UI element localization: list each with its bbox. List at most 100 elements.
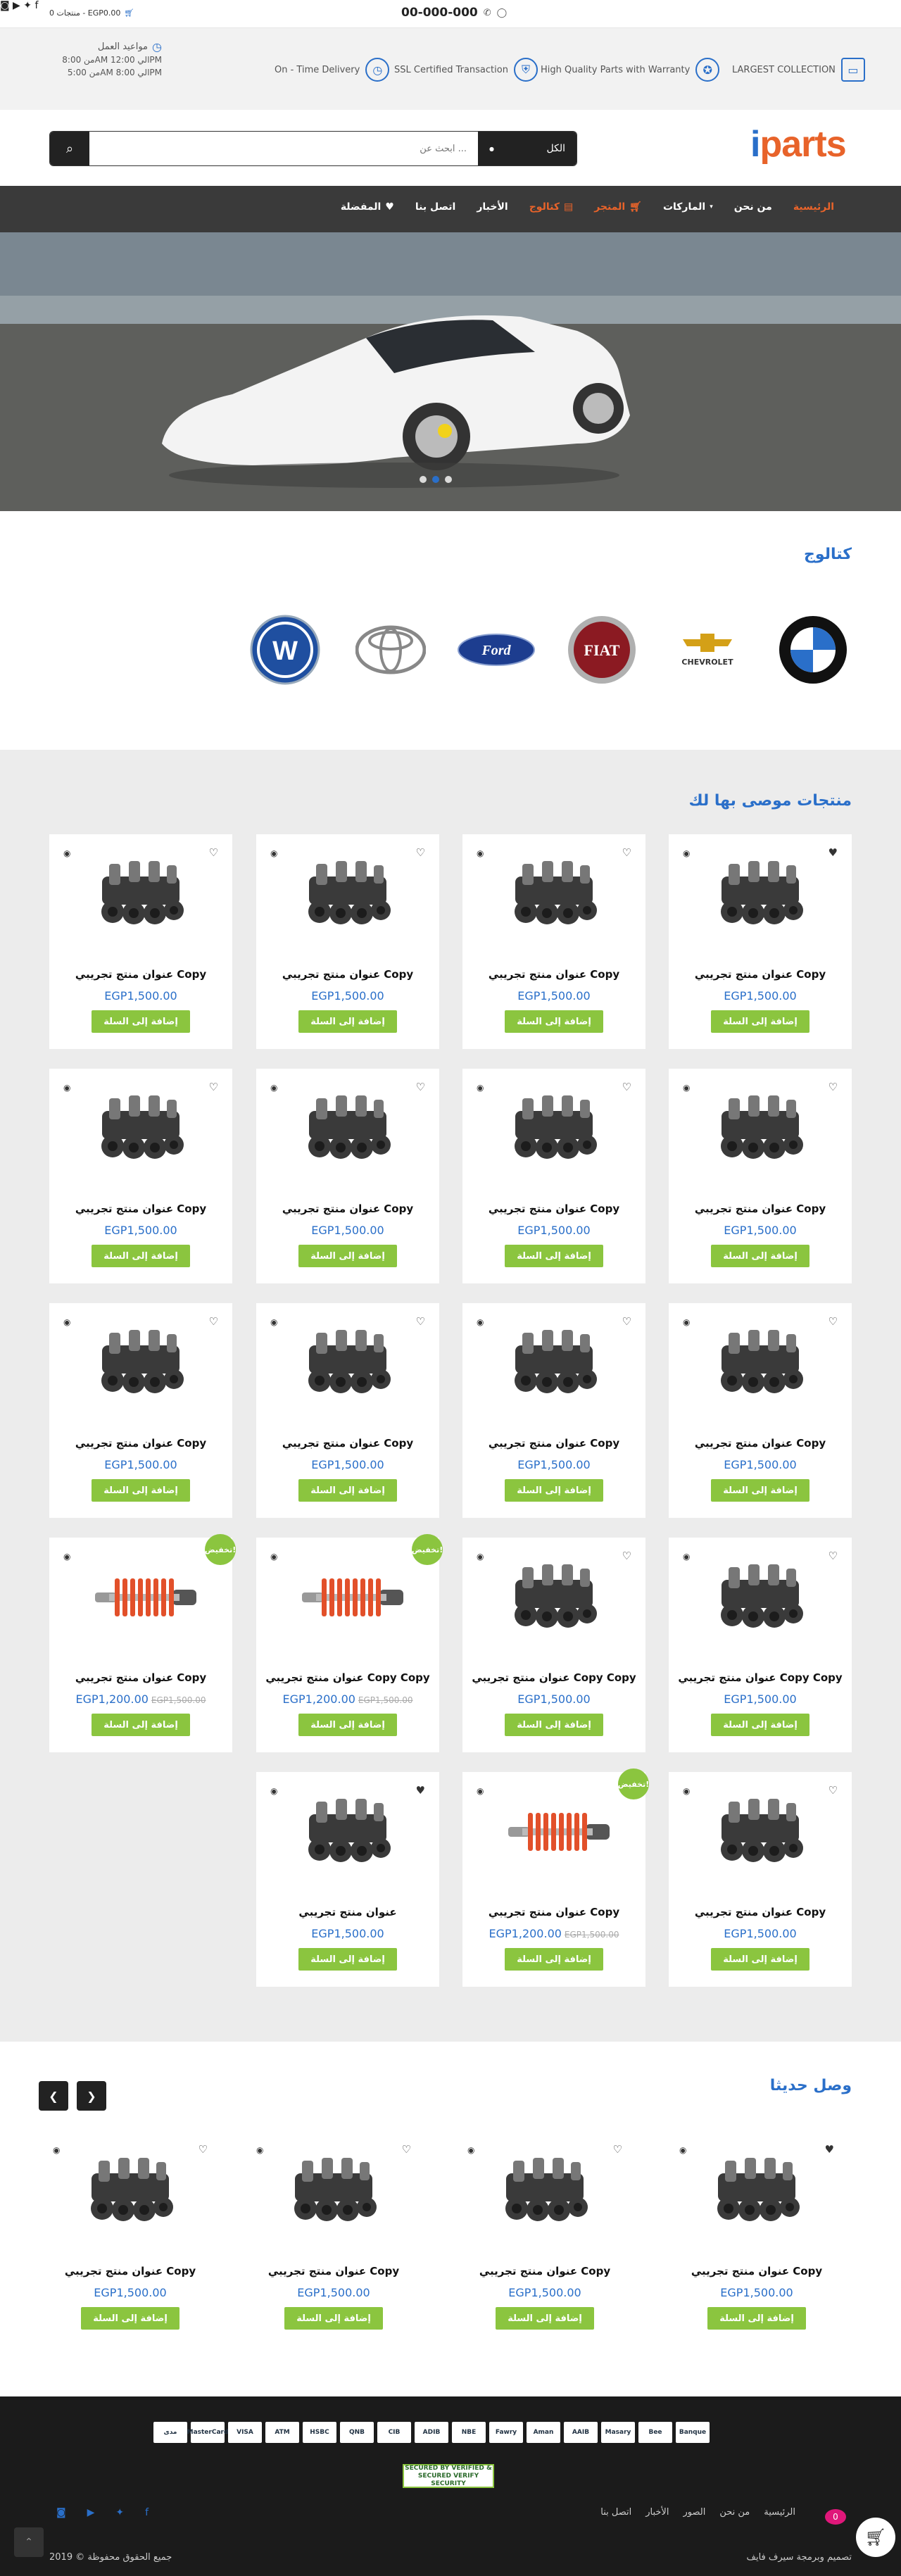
product-card[interactable]: ◉ ♥ عنوان منتج تجريبي EGP1,500.00 إضافة إلى … — [256, 1772, 439, 1987]
instagram-icon[interactable]: ◙ — [0, 0, 10, 11]
brand-vw[interactable]: W — [246, 611, 324, 689]
quick-view-icon[interactable]: ◉ — [477, 1786, 484, 1796]
brand-bmw[interactable] — [774, 611, 852, 689]
product-card[interactable]: ◉ ♡ عنوان منتج تجريبي Copy EGP1,500.00 إضافة… — [462, 1303, 645, 1518]
nav-brands[interactable]: الماركات ▾ — [663, 201, 713, 213]
product-name[interactable]: عنوان منتج تجريبي Copy — [462, 1437, 645, 1450]
product-image[interactable] — [88, 1559, 196, 1636]
instagram-icon[interactable]: ◙ — [56, 2507, 66, 2518]
wishlist-heart-icon[interactable]: ♡ — [622, 846, 631, 859]
product-image[interactable] — [501, 855, 607, 933]
product-card[interactable]: ◉ ♥ عنوان منتج تجريبي Copy EGP1,500.00 إضافة… — [669, 834, 852, 1049]
youtube-icon[interactable]: ▶ — [13, 0, 20, 11]
wishlist-heart-icon[interactable]: ♡ — [622, 1550, 631, 1562]
product-card[interactable]: ◉ ♡ عنوان منتج تجريبي Copy EGP1,500.00 إضافة… — [256, 834, 439, 1049]
product-image[interactable] — [707, 1793, 813, 1871]
nav-store[interactable]: المتجر 🛒︎ — [594, 201, 642, 213]
quick-view-icon[interactable]: ◉ — [683, 1083, 690, 1093]
quick-view-icon[interactable]: ◉ — [53, 2145, 60, 2155]
add-to-cart-button[interactable]: إضافة إلى السلة — [711, 1948, 809, 1971]
slider-dot[interactable] — [432, 476, 439, 483]
nav-wishlist[interactable]: المفضلة ♥ — [341, 201, 394, 213]
category-select[interactable]: ● الكل — [478, 132, 576, 165]
quick-view-icon[interactable]: ◉ — [63, 1552, 70, 1562]
add-to-cart-button[interactable]: إضافة إلى السلة — [711, 1714, 809, 1736]
add-to-cart-button[interactable]: إضافة إلى السلة — [505, 1948, 603, 1971]
product-image[interactable] — [704, 2152, 809, 2230]
wishlist-heart-icon[interactable]: ♥ — [825, 2143, 834, 2156]
product-name[interactable]: عنوان منتج تجريبي Copy — [669, 968, 852, 981]
wishlist-heart-icon[interactable]: ♡ — [828, 1081, 838, 1093]
add-to-cart-button[interactable]: إضافة إلى السلة — [92, 1479, 190, 1502]
footer-link[interactable]: الأخبار — [645, 2507, 669, 2518]
product-name[interactable]: عنوان منتج تجريبي Copy — [256, 1202, 439, 1215]
quick-view-icon[interactable]: ◉ — [270, 1552, 277, 1562]
product-card[interactable]: ◉ ♡ عنوان منتج تجريبي Copy EGP1,500.00 إضافة… — [669, 1069, 852, 1283]
product-name[interactable]: عنوان منتج تجريبي Copy — [669, 1906, 852, 1918]
search-button[interactable]: ⌕ — [50, 132, 89, 165]
wishlist-heart-icon[interactable]: ♡ — [416, 1081, 425, 1093]
brand-toyota[interactable] — [352, 611, 429, 689]
product-name[interactable]: عنوان منتج تجريبي Copy — [49, 1671, 232, 1684]
quick-view-icon[interactable]: ◉ — [256, 2145, 263, 2155]
wishlist-heart-icon[interactable]: ♡ — [209, 1315, 218, 1328]
product-card[interactable]: ◉ ♡ عنوان منتج تجريبي Copy Copy EGP1,500.00… — [669, 1538, 852, 1752]
quick-view-icon[interactable]: ◉ — [477, 1083, 484, 1093]
wishlist-heart-icon[interactable]: ♡ — [613, 2143, 622, 2156]
prev-arrow-icon[interactable]: ❮ — [39, 2081, 68, 2111]
product-card[interactable]: ◉ ♡ عنوان منتج تجريبي Copy EGP1,500.00 إضافة… — [49, 1069, 232, 1283]
nav-contact[interactable]: اتصل بنا — [415, 201, 455, 213]
product-card[interactable]: ◉ ♡ عنوان منتج تجريبي Copy EGP1,500.00 إضافة… — [256, 1069, 439, 1283]
add-to-cart-button[interactable]: إضافة إلى السلة — [92, 1010, 190, 1033]
youtube-icon[interactable]: ▶ — [87, 2507, 95, 2518]
product-card[interactable]: ◉ ♡ عنوان منتج تجريبي Copy EGP1,500.00 إضافة… — [256, 1303, 439, 1518]
add-to-cart-button[interactable]: إضافة إلى السلة — [92, 1245, 190, 1267]
nav-catalog[interactable]: كتالوج ▤ — [529, 201, 573, 213]
product-card[interactable]: ◉ ♡ عنوان منتج تجريبي Copy EGP1,500.00 إضافة… — [39, 2131, 222, 2346]
search-input[interactable] — [89, 132, 478, 165]
add-to-cart-button[interactable]: إضافة إلى السلة — [711, 1010, 809, 1033]
hero-slider[interactable] — [0, 232, 901, 511]
quick-view-icon[interactable]: ◉ — [683, 1552, 690, 1562]
twitter-icon[interactable]: ✦ — [115, 2507, 124, 2518]
add-to-cart-button[interactable]: إضافة إلى السلة — [505, 1479, 603, 1502]
footer-link[interactable]: الرئيسية — [764, 2507, 795, 2518]
product-image[interactable] — [88, 1090, 194, 1167]
brand-ford[interactable]: Ford — [458, 611, 535, 689]
quick-view-icon[interactable]: ◉ — [270, 1786, 277, 1796]
quick-view-icon[interactable]: ◉ — [270, 1317, 277, 1327]
wishlist-heart-icon[interactable]: ♥ — [416, 1784, 425, 1797]
facebook-icon[interactable]: f — [34, 0, 38, 11]
wishlist-heart-icon[interactable]: ♡ — [209, 846, 218, 859]
wishlist-heart-icon[interactable]: ♡ — [416, 846, 425, 859]
product-name[interactable]: عنوان منتج تجريبي Copy — [49, 968, 232, 981]
phone-number[interactable]: 00-000-000 ✆ ◯ — [401, 6, 507, 20]
add-to-cart-button[interactable]: إضافة إلى السلة — [496, 2307, 594, 2330]
wishlist-heart-icon[interactable]: ♡ — [402, 2143, 411, 2156]
wishlist-heart-icon[interactable]: ♡ — [828, 1315, 838, 1328]
product-image[interactable] — [707, 855, 813, 933]
add-to-cart-button[interactable]: إضافة إلى السلة — [298, 1245, 397, 1267]
product-card[interactable]: ◉ ♡ عنوان منتج تجريبي Copy EGP1,500.00 إضافة… — [242, 2131, 425, 2346]
nav-about[interactable]: من نحن — [734, 201, 772, 213]
quick-view-icon[interactable]: ◉ — [63, 1317, 70, 1327]
add-to-cart-button[interactable]: إضافة إلى السلة — [505, 1245, 603, 1267]
add-to-cart-button[interactable]: إضافة إلى السلة — [505, 1714, 603, 1736]
quick-view-icon[interactable]: ◉ — [683, 1786, 690, 1796]
product-name[interactable]: عنوان منتج تجريبي Copy — [256, 1437, 439, 1450]
product-card[interactable]: ◉ ♡ عنوان منتج تجريبي Copy EGP1,500.00 إضافة… — [462, 1069, 645, 1283]
quick-view-icon[interactable]: ◉ — [270, 848, 277, 858]
mini-cart[interactable]: 0 منتجات - EGP0.00 🛒︎ — [49, 8, 134, 18]
product-name[interactable]: عنوان منتج تجريبي Copy — [462, 1202, 645, 1215]
wishlist-heart-icon[interactable]: ♡ — [622, 1315, 631, 1328]
product-image[interactable] — [501, 1324, 607, 1402]
product-image[interactable] — [707, 1324, 813, 1402]
product-card[interactable]: ◉ ♡ عنوان منتج تجريبي Copy EGP1,500.00 إضافة… — [669, 1303, 852, 1518]
quick-view-icon[interactable]: ◉ — [270, 1083, 277, 1093]
product-name[interactable]: عنوان منتج تجريبي Copy — [256, 968, 439, 981]
product-image[interactable] — [707, 1559, 813, 1636]
quick-view-icon[interactable]: ◉ — [63, 1083, 70, 1093]
product-image[interactable] — [295, 1793, 401, 1871]
product-card[interactable]: ◉♡تخفيض!عنوان منتج تجريبي Copy CopyEGP1,… — [256, 1534, 443, 1752]
wishlist-heart-icon[interactable]: ♥ — [828, 846, 838, 859]
